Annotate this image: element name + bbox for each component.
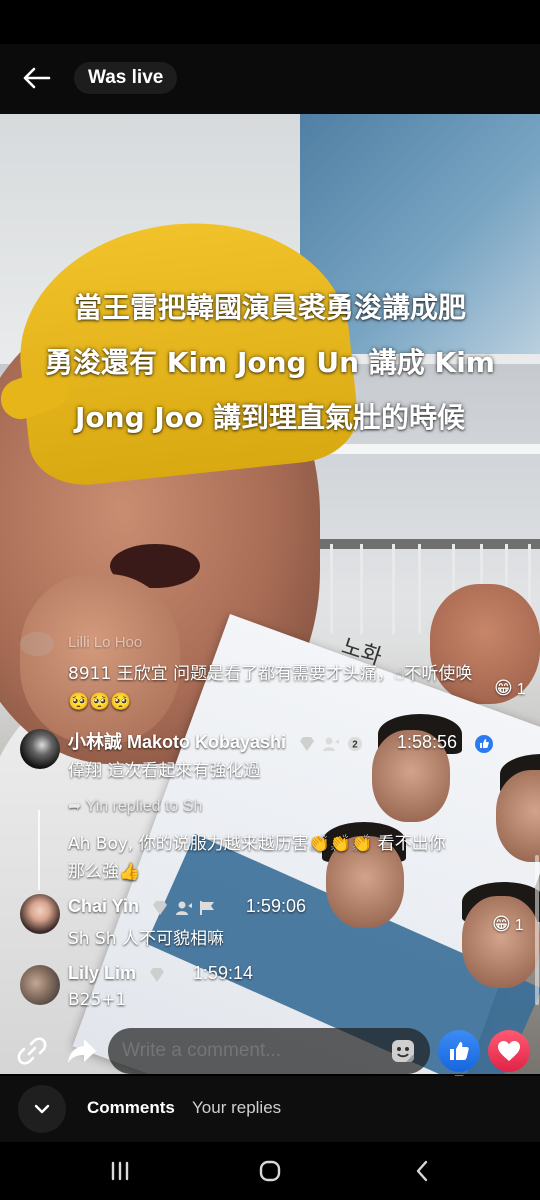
collapse-button[interactable]	[18, 1085, 66, 1133]
love-button[interactable]	[488, 1030, 530, 1072]
badge-group	[148, 967, 166, 983]
comment-composer	[0, 1026, 540, 1079]
diamond-icon	[150, 967, 165, 982]
comment-reaction[interactable]: 😁 1	[492, 914, 524, 935]
reply-arrow-icon: ➦	[68, 798, 82, 815]
comment-time: 1:59:14	[192, 963, 253, 983]
heart-icon	[498, 1041, 520, 1061]
recent-apps-icon	[111, 1161, 129, 1181]
level-badge-icon: 2	[348, 736, 363, 751]
system-back-button[interactable]	[406, 1155, 438, 1187]
caption-line: 當王雷把韓國演員裘勇浚講成肥	[73, 291, 466, 324]
comment-text: Ah Boy, 你的说服力越来越历害👏👏👏 看不出你那么強👍	[68, 834, 446, 882]
tab-your-replies[interactable]: Your replies	[192, 1098, 281, 1118]
svg-text:2: 2	[353, 739, 359, 750]
person-fist	[20, 574, 180, 744]
badge-group: 2	[298, 736, 364, 752]
reply-indicator[interactable]: ➦ Yin replied to Sh	[68, 796, 202, 816]
status-bar	[0, 0, 540, 44]
reply-marker-text: Yin replied to Sh	[85, 798, 203, 815]
comment-header: Lily Lim 1:59:14	[68, 963, 253, 984]
caption-line: 勇浚還有 Kim Jong Un 講成 Kim	[45, 346, 495, 379]
tab-comments[interactable]: Comments	[87, 1098, 175, 1118]
comment-time: 1:58:56	[396, 732, 457, 752]
system-nav-bar	[0, 1142, 540, 1200]
thread-line	[38, 810, 40, 890]
chevron-down-icon	[34, 1104, 50, 1114]
card-face-4	[462, 896, 540, 988]
avatar-makoto[interactable]	[20, 729, 60, 769]
comment-text: 8911 王欣宜 问题是看了都有需要才头痛，☝不听使唤🥺🥺🥺	[68, 664, 473, 712]
comment-reaction[interactable]: 😁 1	[494, 678, 526, 699]
top-bar: Was live	[0, 44, 540, 114]
was-live-badge: Was live	[74, 62, 178, 94]
back-chevron-icon	[416, 1160, 428, 1182]
comment-author[interactable]: Chai Yin	[68, 896, 139, 916]
home-icon	[259, 1160, 281, 1182]
avatar-chai-yin[interactable]	[20, 894, 60, 934]
comments-tab-bar: Comments Your replies	[0, 1076, 540, 1142]
comment-time: 1:59:06	[245, 896, 306, 916]
share-icon[interactable]	[66, 1035, 98, 1067]
home-button[interactable]	[254, 1155, 286, 1187]
recent-apps-button[interactable]	[104, 1155, 136, 1187]
badge-group	[151, 900, 217, 916]
comment-author[interactable]: 小林誠 Makoto Kobayashi	[68, 732, 286, 752]
user-admin-icon	[323, 737, 340, 751]
comment-text: 偉翔 這次看起來有強化過	[68, 761, 261, 781]
video-caption: 當王雷把韓國演員裘勇浚講成肥 勇浚還有 Kim Jong Un 講成 Kim J…	[20, 280, 520, 445]
diamond-icon	[153, 900, 168, 915]
comment-text: Sh Sh 人不可貌相嘛	[68, 929, 224, 949]
user-admin-icon	[176, 901, 193, 915]
grin-emoji-icon: 😁	[492, 914, 511, 934]
reaction-count: 1	[516, 681, 526, 698]
reaction-count: 1	[514, 917, 524, 934]
comment-header: Chai Yin 1:59:06	[68, 896, 306, 917]
comment-input[interactable]	[108, 1028, 430, 1074]
flag-icon	[200, 900, 215, 915]
scroll-indicator[interactable]	[535, 855, 539, 1005]
back-button[interactable]	[16, 58, 56, 98]
grin-emoji-icon: 😁	[494, 678, 513, 698]
comment-author[interactable]: Lily Lim	[68, 963, 136, 983]
comment-header: 小林誠 Makoto Kobayashi 2 1:58:56	[68, 728, 494, 754]
like-reaction-icon	[475, 734, 494, 753]
comment-text: B25+1	[68, 990, 127, 1010]
avatar[interactable]	[20, 632, 54, 656]
caption-line: Jong Joo 講到理直氣壯的時候	[74, 401, 466, 434]
diamond-icon	[300, 736, 315, 751]
like-button[interactable]	[438, 1030, 480, 1072]
comment-author[interactable]: Lilli Lo Hoo	[68, 634, 142, 651]
sticker-icon[interactable]	[390, 1038, 416, 1064]
back-arrow-icon	[23, 67, 51, 89]
link-icon[interactable]	[16, 1035, 48, 1067]
avatar-lily-lim[interactable]	[20, 965, 60, 1005]
thumbs-up-icon	[450, 1042, 469, 1060]
